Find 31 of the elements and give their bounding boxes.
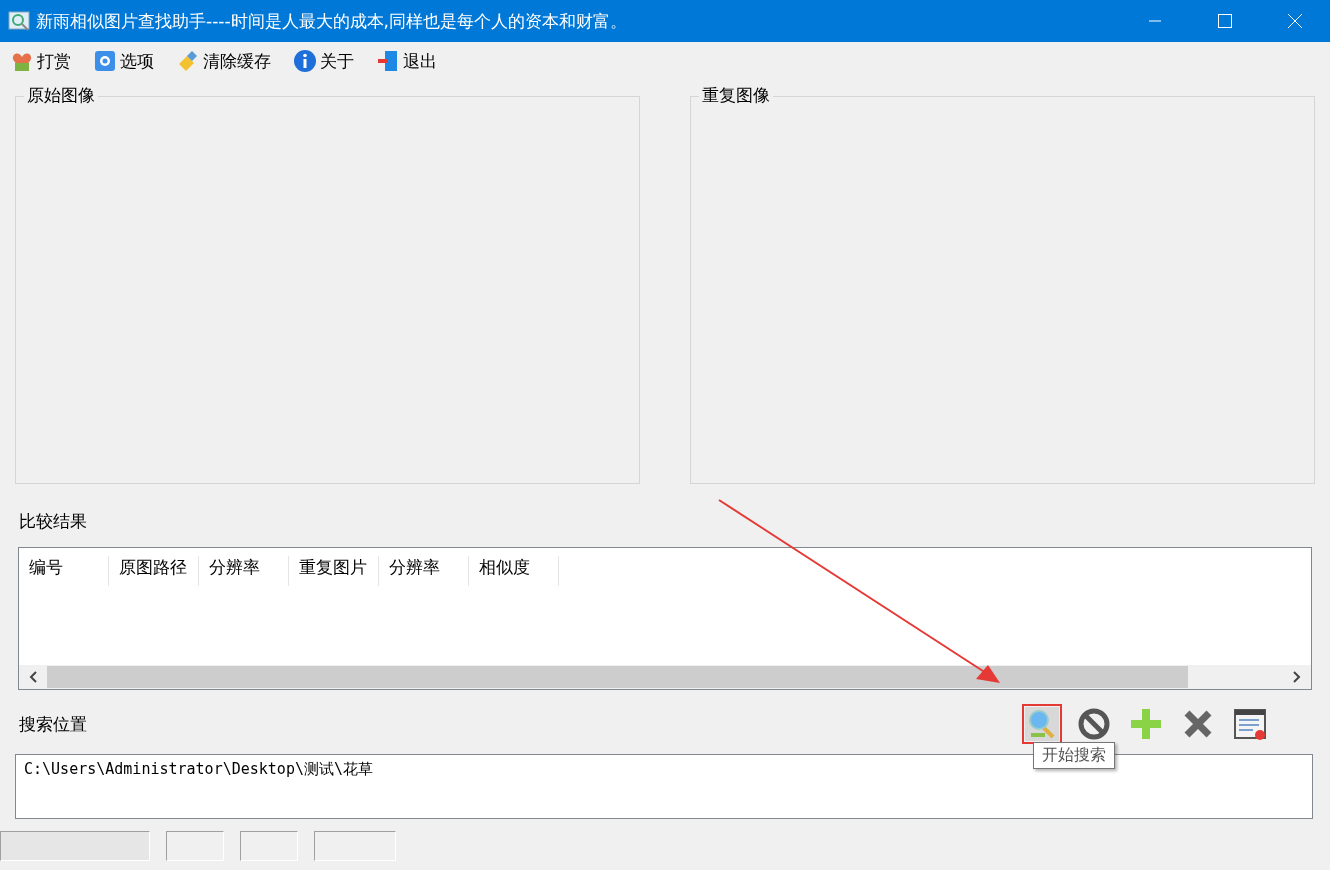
column-header[interactable]: 相似度 — [469, 556, 559, 586]
stop-icon[interactable] — [1077, 707, 1111, 741]
status-cell — [166, 831, 224, 861]
column-header[interactable]: 编号 — [19, 556, 109, 586]
maximize-icon — [1218, 14, 1232, 28]
section-label: 搜索位置 — [18, 712, 87, 736]
door-exit-icon — [376, 49, 400, 73]
column-header[interactable]: 重复图片 — [289, 556, 379, 586]
magnifier-icon[interactable] — [1025, 707, 1059, 741]
tooltip: 开始搜索 — [1033, 742, 1115, 769]
list-delete-icon[interactable] — [1233, 707, 1267, 741]
menu-item[interactable]: 清除缓存 — [176, 49, 271, 73]
window-title: 新雨相似图片查找助手----时间是人最大的成本,同样也是每个人的资本和财富。 — [36, 9, 628, 33]
menu-item[interactable]: 打赏 — [10, 49, 71, 73]
menu-item[interactable]: 选项 — [93, 49, 154, 73]
section-label: 比较结果 — [18, 510, 88, 533]
column-header[interactable]: 分辨率 — [379, 556, 469, 586]
gear-icon — [93, 49, 117, 73]
column-header[interactable]: 分辨率 — [199, 556, 289, 586]
close-icon — [1288, 14, 1302, 28]
menu-item[interactable]: 关于 — [293, 49, 354, 73]
plus-icon[interactable] — [1129, 707, 1163, 741]
menu-item[interactable]: 退出 — [376, 49, 437, 73]
horizontal-scrollbar[interactable] — [19, 665, 1311, 689]
panel-title: 重复图像 — [699, 84, 773, 107]
scrollbar-thumb[interactable] — [47, 666, 1188, 688]
panel-title: 原始图像 — [24, 84, 98, 107]
info-icon — [293, 49, 317, 73]
magnifier-icon — [8, 10, 30, 32]
column-header[interactable]: 原图路径 — [109, 556, 199, 586]
status-cell — [240, 831, 298, 861]
